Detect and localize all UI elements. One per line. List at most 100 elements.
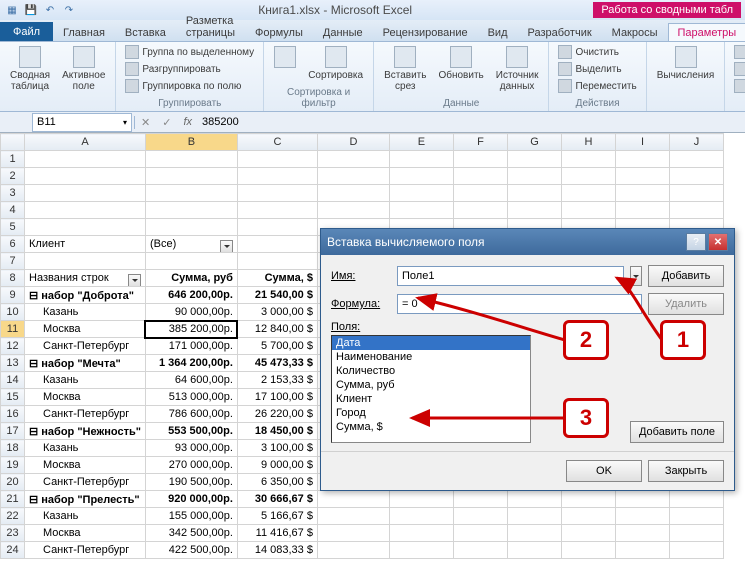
cell[interactable] [145,202,237,219]
cell[interactable]: 64 600,00р. [145,372,237,389]
collapse-icon[interactable]: ⊟ [29,494,41,506]
select-button[interactable]: Выделить [555,61,639,77]
col-header-G[interactable]: G [507,134,561,151]
row-header[interactable]: 11 [1,321,25,338]
whatif-button[interactable]: Анализ "что если" [731,78,745,94]
cell[interactable] [453,491,507,508]
add-button[interactable]: Добавить [648,265,724,287]
row-header[interactable]: 14 [1,372,25,389]
cell[interactable]: 90 000,00р. [145,304,237,321]
cell[interactable] [507,525,561,542]
cell[interactable] [561,202,615,219]
excel-icon[interactable]: ▦ [4,2,20,18]
cell[interactable] [25,185,146,202]
cell[interactable] [669,525,723,542]
cell[interactable]: Казань [25,508,146,525]
cell[interactable] [507,202,561,219]
close-icon[interactable]: ✕ [708,233,728,251]
cell[interactable]: 6 350,00 $ [237,474,317,491]
cell[interactable]: Москва [25,525,146,542]
cell[interactable] [669,168,723,185]
formula-bar[interactable]: ✕ ✓ fx 385200 [134,116,745,129]
row-header[interactable]: 2 [1,168,25,185]
cell[interactable] [453,508,507,525]
ok-button[interactable]: OK [566,460,642,482]
cell[interactable]: 3 000,00 $ [237,304,317,321]
cell[interactable] [317,168,389,185]
close-button[interactable]: Закрыть [648,460,724,482]
row-header[interactable]: 12 [1,338,25,355]
row-header[interactable]: 5 [1,219,25,236]
cell[interactable] [389,525,453,542]
cell[interactable] [25,202,146,219]
row-header[interactable]: 23 [1,525,25,542]
cell[interactable] [615,508,669,525]
tab-macros[interactable]: Макросы [602,23,668,41]
cell[interactable]: Санкт-Петербург [25,406,146,423]
row-header[interactable]: 10 [1,304,25,321]
cell[interactable]: 30 666,67 $ [237,491,317,508]
tab-options[interactable]: Параметры [668,23,745,41]
field-item[interactable]: Сумма, руб [332,378,530,392]
cell[interactable]: 5 166,67 $ [237,508,317,525]
field-item[interactable]: Город [332,406,530,420]
cell[interactable] [389,508,453,525]
row-header[interactable]: 6 [1,236,25,253]
formula-input[interactable] [397,294,642,314]
collapse-icon[interactable]: ⊟ [29,358,41,370]
cell[interactable]: Казань [25,372,146,389]
cell[interactable]: 11 416,67 $ [237,525,317,542]
calculations-button[interactable]: Вычисления [653,44,719,83]
cell[interactable] [507,542,561,559]
cell[interactable]: 171 000,00р. [145,338,237,355]
cell[interactable]: ⊟ набор "Доброта" [25,287,146,304]
tab-formulas[interactable]: Формулы [245,23,313,41]
pivot-chart-button[interactable]: Сводная диаграмма [731,44,745,60]
cell[interactable]: 9 000,00 $ [237,457,317,474]
add-field-button[interactable]: Добавить поле [630,421,724,443]
sort-az-button[interactable] [270,44,300,70]
cell[interactable] [561,168,615,185]
pivot-table-button[interactable]: Сводная таблица [6,44,54,94]
cell[interactable] [237,202,317,219]
cell[interactable] [237,185,317,202]
active-field-button[interactable]: Активное поле [58,44,109,94]
tab-pagelayout[interactable]: Разметка страницы [176,11,245,41]
cell[interactable] [561,525,615,542]
refresh-button[interactable]: Обновить [434,44,487,83]
cell[interactable] [145,168,237,185]
cell[interactable]: 513 000,00р. [145,389,237,406]
col-header-H[interactable]: H [561,134,615,151]
cell[interactable] [507,185,561,202]
cell[interactable] [453,542,507,559]
cell[interactable] [389,542,453,559]
cell[interactable]: 646 200,00р. [145,287,237,304]
cell[interactable]: 45 473,33 $ [237,355,317,372]
tab-view[interactable]: Вид [478,23,518,41]
cell[interactable] [669,202,723,219]
cell[interactable] [145,219,237,236]
field-item[interactable]: Дата [332,336,530,350]
row-header[interactable]: 15 [1,389,25,406]
cell[interactable] [453,185,507,202]
cell[interactable]: Названия строк [25,270,146,287]
cell[interactable]: Москва [25,457,146,474]
row-header[interactable]: 19 [1,457,25,474]
row-header[interactable]: 13 [1,355,25,372]
help-icon[interactable]: ? [686,233,706,251]
name-dropdown-icon[interactable] [630,266,642,286]
cell[interactable]: 422 500,00р. [145,542,237,559]
cell[interactable]: 18 450,00 $ [237,423,317,440]
cell[interactable]: 5 700,00 $ [237,338,317,355]
cell[interactable] [615,542,669,559]
cell[interactable] [453,202,507,219]
tab-developer[interactable]: Разработчик [518,23,602,41]
save-icon[interactable]: 💾 [23,2,39,18]
cell[interactable] [145,253,237,270]
insert-slicer-button[interactable]: Вставить срез [380,44,430,94]
cell[interactable]: Клиент [25,236,146,253]
cell[interactable] [25,151,146,168]
row-header[interactable]: 20 [1,474,25,491]
cell[interactable]: Казань [25,440,146,457]
cell[interactable] [25,253,146,270]
